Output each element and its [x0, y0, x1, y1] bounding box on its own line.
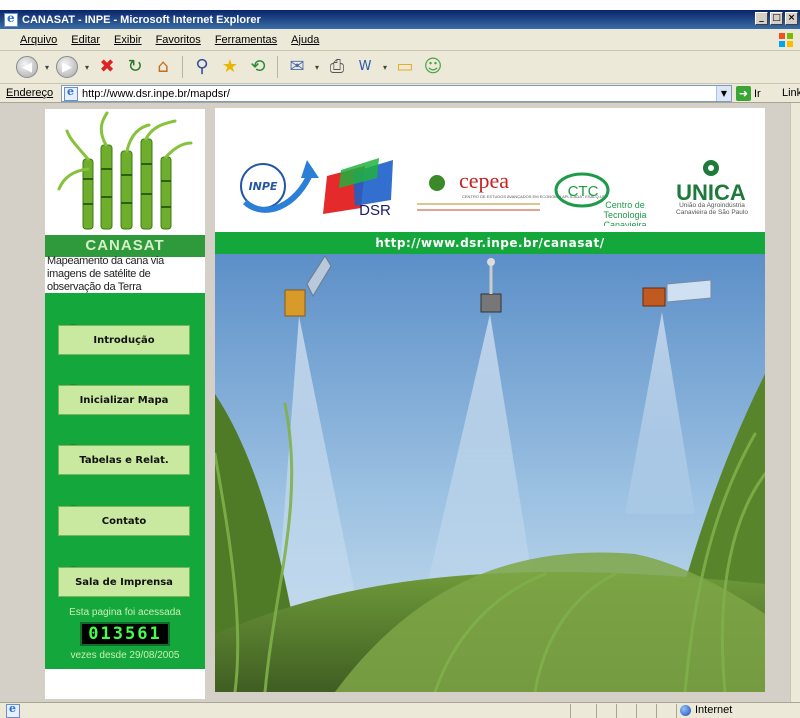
menu-ferramentas[interactable]: Ferramentas	[208, 34, 284, 46]
maximize-button[interactable]: □	[770, 12, 783, 25]
favorites-button[interactable]: ★	[217, 54, 243, 80]
search-button[interactable]: ⚲	[189, 54, 215, 80]
favorites-star-icon: ★	[221, 56, 239, 77]
stop-button[interactable]: ✖	[94, 54, 120, 80]
history-button[interactable]: ⟲	[245, 54, 271, 80]
inpe-logo[interactable]: INPE	[240, 160, 319, 213]
menu-arquivo[interactable]: Arquivo	[0, 34, 64, 46]
visit-counter: 013561	[80, 622, 170, 646]
nav-sala-imprensa-button[interactable]: Sala de Imprensa	[58, 567, 190, 597]
hero-satellite-image	[215, 254, 765, 692]
logo-title: CANASAT	[45, 235, 205, 257]
inpe-label: INPE	[249, 180, 278, 193]
address-bar: Endereço http://www.dsr.inpe.br/mapdsr/ …	[0, 84, 800, 103]
left-panel: CANASAT Mapeamento da cana via imagens d…	[45, 109, 205, 699]
print-button[interactable]: ⎙	[324, 54, 350, 80]
messenger-button[interactable]: ☺	[420, 54, 446, 80]
status-pane	[570, 704, 571, 718]
forward-button[interactable]: ▶	[54, 54, 80, 80]
vertical-scrollbar[interactable]	[790, 103, 800, 702]
globe-icon	[680, 704, 691, 716]
toolbar: ◀ ▾ ▶ ▾ ✖ ↻ ⌂ ⚲ ★ ⟲ ✉ ▾ ⎙ W ▾ ▭ ☺	[0, 51, 800, 84]
unica-sub: União da Agroindústria Canavieira de São…	[676, 202, 748, 216]
page-status-icon	[6, 702, 20, 718]
nav-inicializar-mapa-button[interactable]: Inicializar Mapa	[58, 385, 190, 415]
close-button[interactable]: ×	[785, 12, 798, 25]
nav-contato-button[interactable]: Contato	[58, 506, 190, 536]
toolbar-separator	[182, 56, 183, 78]
back-dropdown-icon[interactable]: ▾	[42, 63, 52, 72]
ctc-label: CTC	[568, 183, 599, 200]
stop-icon: ✖	[99, 56, 115, 77]
refresh-button[interactable]: ↻	[122, 54, 148, 80]
window-title: CANASAT - INPE - Microsoft Internet Expl…	[22, 13, 261, 26]
toolbar-separator	[277, 56, 278, 78]
word-edit-icon: W	[358, 59, 372, 74]
go-label: Ir	[754, 87, 761, 100]
ie-icon	[4, 11, 18, 27]
ctc-name: Centro de Tecnologia Canavieira	[603, 200, 647, 226]
forward-arrow-icon: ▶	[56, 56, 78, 78]
counter-caption-bottom: vezes desde 29/08/2005	[70, 650, 180, 661]
status-bar: Internet	[0, 702, 800, 718]
search-icon: ⚲	[195, 56, 209, 77]
address-url: http://www.dsr.inpe.br/mapdsr/	[82, 87, 230, 100]
menu-editar[interactable]: Editar	[64, 34, 107, 46]
address-dropdown-icon[interactable]: ▼	[716, 86, 731, 101]
status-pane	[616, 704, 617, 718]
nav-introducao-button[interactable]: Introdução	[58, 325, 190, 355]
status-pane	[656, 704, 657, 718]
mail-icon: ✉	[289, 56, 305, 77]
address-label: Endereço	[6, 87, 54, 99]
refresh-icon: ↻	[127, 56, 143, 77]
edit-button[interactable]: W	[352, 54, 378, 80]
ctc-logo[interactable]: CTC Centro de Tecnologia Canavieira	[554, 172, 667, 226]
logo-subtitle: Mapeamento da cana via imagens de satéli…	[47, 255, 164, 293]
history-icon: ⟲	[250, 56, 266, 77]
menu-favoritos[interactable]: Favoritos	[149, 34, 208, 46]
page-viewport: CANASAT Mapeamento da cana via imagens d…	[0, 103, 800, 702]
mail-dropdown-icon[interactable]: ▾	[312, 63, 322, 72]
site-url-banner: http://www.dsr.inpe.br/canasat/	[215, 232, 765, 254]
nav-tabelas-button[interactable]: Tabelas e Relat.	[58, 445, 190, 475]
links-button[interactable]: Links	[782, 87, 800, 99]
window-titlebar: CANASAT - INPE - Microsoft Internet Expl…	[0, 10, 800, 29]
back-button[interactable]: ◀	[14, 54, 40, 80]
folder-button[interactable]: ▭	[392, 54, 418, 80]
print-icon: ⎙	[329, 56, 345, 77]
address-input[interactable]: http://www.dsr.inpe.br/mapdsr/ ▼	[61, 85, 732, 102]
status-pane	[636, 704, 637, 718]
security-zone: Internet	[680, 704, 732, 716]
go-arrow-icon: ➜	[736, 86, 751, 101]
cepea-label: cepea	[459, 168, 509, 193]
dsr-label: DSR	[359, 202, 391, 219]
nav-menu: Introdução Inicializar Mapa Tabelas e Re…	[45, 293, 205, 669]
security-zone-label: Internet	[695, 704, 733, 716]
mail-button[interactable]: ✉	[284, 54, 310, 80]
menu-exibir[interactable]: Exibir	[107, 34, 149, 46]
forward-dropdown-icon[interactable]: ▾	[82, 63, 92, 72]
menu-ajuda[interactable]: Ajuda	[284, 34, 326, 46]
sugarcane-logo-icon	[57, 111, 193, 230]
windows-flag-icon	[779, 33, 793, 47]
canasat-logo[interactable]: CANASAT Mapeamento da cana via imagens d…	[45, 109, 205, 293]
status-pane	[676, 704, 677, 718]
sponsor-logos: INPE DSR cepea CENTRO DE ESTUDOS AVANÇAD…	[215, 108, 765, 232]
edit-dropdown-icon[interactable]: ▾	[380, 63, 390, 72]
home-button[interactable]: ⌂	[150, 54, 176, 80]
menu-bar: Arquivo Editar Exibir Favoritos Ferramen…	[0, 29, 800, 51]
page-icon	[64, 85, 78, 101]
back-arrow-icon: ◀	[16, 56, 38, 78]
home-icon: ⌂	[157, 56, 169, 77]
dsr-logo[interactable]: DSR	[323, 158, 393, 219]
status-pane	[596, 704, 597, 718]
window-controls: _ □ ×	[755, 12, 798, 25]
folder-icon: ▭	[396, 56, 414, 77]
counter-caption-top: Esta pagina foi acessada	[69, 607, 181, 618]
messenger-icon: ☺	[423, 56, 443, 77]
go-button[interactable]: ➜ Ir	[736, 86, 761, 101]
minimize-button[interactable]: _	[755, 12, 768, 25]
unica-logo[interactable]: UNICA União da Agroindústria Canavieira …	[671, 160, 753, 226]
main-panel: INPE DSR cepea CENTRO DE ESTUDOS AVANÇAD…	[215, 108, 765, 692]
